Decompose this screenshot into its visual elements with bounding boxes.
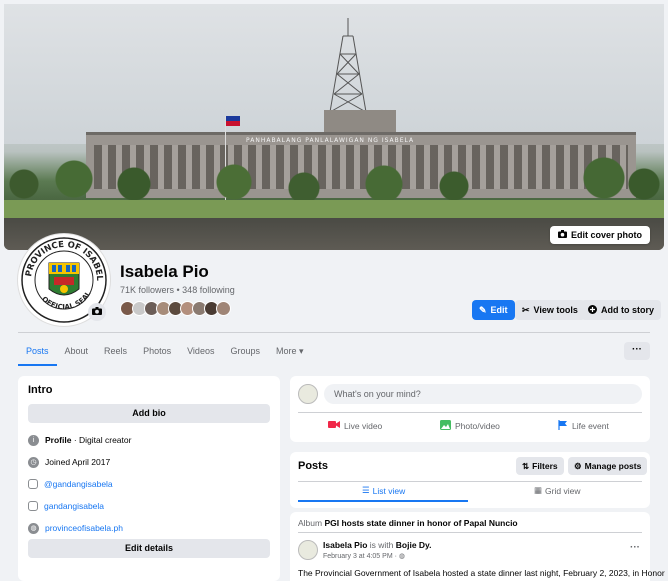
change-profile-picture-button[interactable]	[88, 303, 106, 321]
photo-video-label: Photo/video	[455, 421, 500, 431]
profile-category: · Digital creator	[71, 435, 132, 445]
plus-circle-icon	[588, 304, 597, 316]
live-video-label: Live video	[344, 420, 383, 431]
tab-videos[interactable]: Videos	[179, 338, 222, 366]
post-tagged-user[interactable]: Bojie Dy.	[396, 540, 432, 550]
tab-photos[interactable]: Photos	[135, 338, 179, 366]
tab-about[interactable]: About	[57, 338, 97, 366]
grid-view-tab[interactable]: ▦ Grid view	[534, 485, 580, 496]
post-author-line: Isabela Pio is with Bojie Dy.	[323, 540, 432, 550]
list-icon: ☰	[362, 485, 370, 495]
life-event-label: Life event	[572, 421, 609, 431]
composer-avatar	[298, 384, 318, 404]
profile-name: Isabela Pio	[120, 262, 209, 281]
camera-icon	[557, 230, 567, 240]
album-prefix: Album	[298, 518, 323, 528]
friend-avatars[interactable]	[120, 301, 231, 316]
intro-instagram2-row: gandangisabela	[28, 495, 270, 517]
building-sign: PANHABALANG PANLALAWIGAN NG ISABELA	[246, 137, 415, 144]
list-view-label: List view	[372, 485, 406, 496]
edit-details-button[interactable]: Edit details	[28, 539, 270, 558]
post-body: The Provincial Government of Isabela hos…	[298, 568, 665, 578]
intro-website-row: ◍ provinceofisabela.ph	[28, 517, 270, 539]
add-bio-button[interactable]: Add bio	[28, 404, 270, 423]
grid-view-label: Grid view	[545, 485, 581, 496]
live-video-button[interactable]: Live video	[328, 420, 382, 431]
cover-photo[interactable]: PANHABALANG PANLALAWIGAN NG ISABELA Edit…	[4, 4, 664, 250]
photo-icon	[440, 420, 451, 432]
more-options-button[interactable]: ···	[624, 342, 650, 360]
album-title[interactable]: PGI hosts state dinner in honor of Papal…	[324, 518, 517, 528]
audience-icon: ◍	[398, 553, 405, 560]
radio-tower	[329, 18, 367, 112]
flag	[226, 116, 240, 126]
tab-posts[interactable]: Posts	[18, 338, 57, 366]
active-view-indicator	[298, 500, 468, 502]
instagram-link[interactable]: @gandangisabela	[44, 479, 113, 489]
profile-stats[interactable]: 71K followers • 348 following	[120, 285, 235, 295]
friend-avatar[interactable]	[216, 301, 231, 316]
whats-on-your-mind-input[interactable]: What's on your mind?	[324, 384, 642, 404]
photo-video-button[interactable]: Photo/video	[440, 420, 500, 432]
joined-text: Joined April 2017	[45, 457, 111, 467]
post-author-avatar[interactable]	[298, 540, 318, 560]
view-tools-button[interactable]: ✂ View tools	[515, 300, 585, 320]
instagram-icon	[28, 479, 38, 489]
post-options-button[interactable]: ···	[630, 542, 640, 553]
edit-label: Edit	[490, 305, 508, 315]
edit-cover-photo-button[interactable]: Edit cover photo	[549, 226, 650, 244]
filters-label: Filters	[532, 461, 558, 471]
posts-header-card: Posts ⇅ Filters ⚙ Manage posts ☰ List vi…	[290, 452, 650, 508]
camera-icon	[92, 307, 102, 317]
header-divider	[18, 332, 650, 333]
profile-tabs: Posts About Reels Photos Videos Groups M…	[18, 338, 312, 366]
instagram-icon	[28, 501, 38, 511]
intro-title: Intro	[28, 384, 53, 396]
posts-divider	[298, 481, 642, 482]
flag-icon	[558, 420, 568, 432]
edit-profile-button[interactable]: ✎ Edit	[472, 300, 515, 320]
grid-icon: ▦	[534, 485, 543, 495]
post-author[interactable]: Isabela Pio	[323, 540, 367, 550]
tools-icon: ✂	[522, 304, 530, 315]
feed-post: Album PGI hosts state dinner in honor of…	[290, 512, 665, 581]
posts-title: Posts	[298, 460, 328, 472]
intro-instagram-row: @gandangisabela	[28, 473, 270, 495]
instagram-link-2[interactable]: gandangisabela	[44, 501, 104, 511]
post-timestamp[interactable]: February 3 at 4:05 PM · ◍	[323, 552, 405, 560]
intro-card: Intro Add bio i Profile · Digital creato…	[18, 376, 280, 581]
view-tools-label: View tools	[533, 305, 578, 315]
post-divider	[298, 532, 642, 533]
tab-reels[interactable]: Reels	[96, 338, 135, 366]
post-time: February 3 at 4:05 PM ·	[323, 553, 399, 560]
manage-posts-button[interactable]: ⚙ Manage posts	[568, 457, 648, 475]
composer-divider	[298, 412, 642, 413]
globe-icon: ◍	[28, 522, 39, 534]
building-center-block	[324, 110, 396, 134]
clock-icon: ◷	[28, 456, 39, 468]
add-to-story-label: Add to story	[601, 305, 654, 315]
tab-more[interactable]: More ▾	[268, 338, 312, 366]
life-event-button[interactable]: Life event	[558, 420, 609, 432]
edit-cover-label: Edit cover photo	[570, 230, 642, 240]
post-composer: What's on your mind? Live video Photo/vi…	[290, 376, 650, 442]
filters-button[interactable]: ⇅ Filters	[516, 457, 564, 475]
website-link[interactable]: provinceofisabela.ph	[45, 523, 123, 533]
intro-joined-row: ◷ Joined April 2017	[28, 451, 270, 473]
profile-label: Profile	[45, 435, 72, 445]
cover-lawn	[4, 200, 664, 220]
list-view-tab[interactable]: ☰ List view	[362, 485, 405, 496]
album-header[interactable]: Album PGI hosts state dinner in honor of…	[298, 518, 518, 528]
intro-profile-row: i Profile · Digital creator	[28, 429, 270, 451]
post-with-text: is with	[367, 540, 396, 550]
manage-posts-label: Manage posts	[584, 461, 642, 471]
video-camera-icon	[328, 420, 340, 431]
add-to-story-button[interactable]: Add to story	[581, 300, 661, 320]
sliders-icon: ⇅	[522, 460, 530, 471]
tab-groups[interactable]: Groups	[222, 338, 268, 366]
info-icon: i	[28, 434, 39, 446]
pencil-icon: ✎	[479, 304, 487, 315]
gear-icon: ⚙	[574, 460, 582, 471]
